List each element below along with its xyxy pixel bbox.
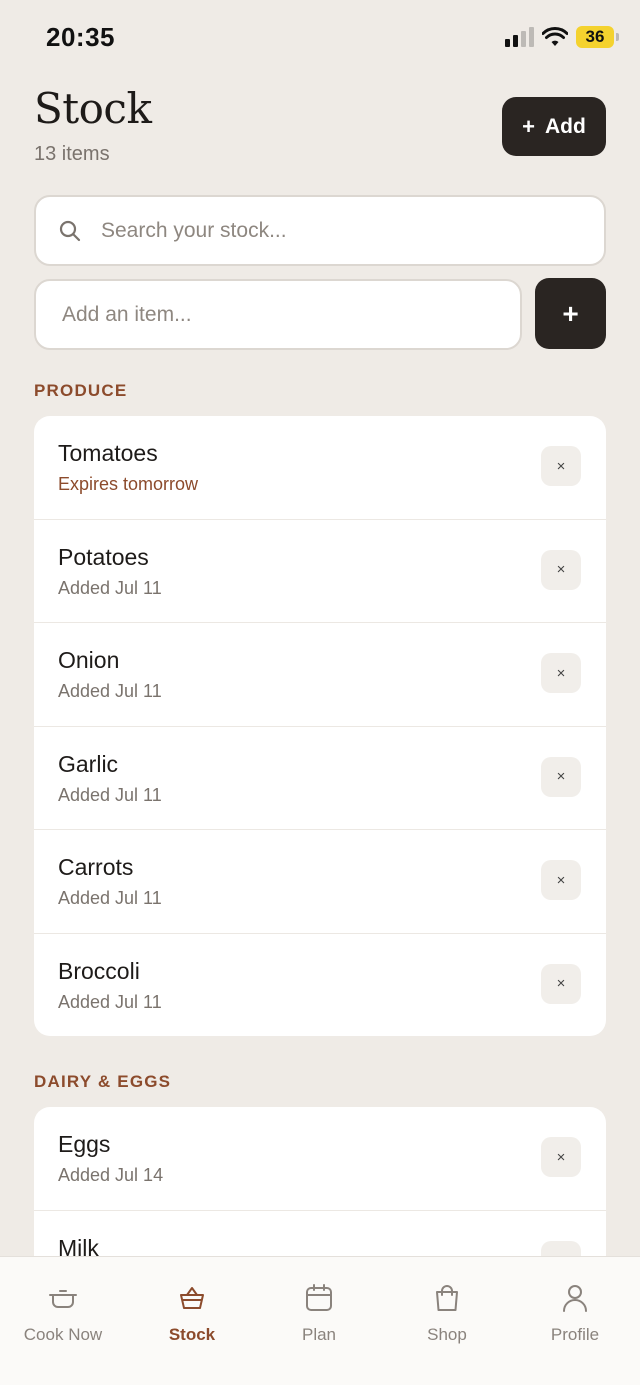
status-icons: 36: [505, 26, 619, 48]
list-item[interactable]: Broccoli Added Jul 11 ×: [34, 934, 606, 1037]
nav-cook-now[interactable]: Cook Now: [3, 1283, 123, 1345]
list-item[interactable]: Carrots Added Jul 11 ×: [34, 830, 606, 934]
nav-shop[interactable]: Shop: [387, 1283, 507, 1345]
item-added-date: Added Jul 11: [58, 991, 162, 1012]
nav-profile[interactable]: Profile: [515, 1283, 635, 1345]
nav-label: Profile: [550, 1325, 600, 1344]
remove-item-button[interactable]: ×: [541, 963, 581, 1004]
wifi-icon: [542, 27, 568, 46]
nav-stock[interactable]: Stock: [132, 1283, 252, 1345]
remove-item-button[interactable]: ×: [541, 549, 581, 590]
search-input[interactable]: Search your stock...: [34, 195, 606, 266]
item-expiry: Expires tomorrow: [58, 474, 199, 494]
shopping-bag-icon: [436, 1285, 458, 1311]
list-item[interactable]: Garlic Added Jul 11 ×: [34, 727, 606, 830]
remove-item-button[interactable]: ×: [541, 860, 581, 900]
basket-icon: [180, 1287, 204, 1309]
item-added-date: Added Jul 14: [58, 1165, 164, 1185]
item-name: Garlic: [58, 750, 119, 777]
remove-item-button[interactable]: ×: [541, 446, 581, 486]
section-heading-produce: PRODUCE: [34, 381, 128, 400]
nav-label: Plan: [301, 1325, 337, 1344]
pot-icon: [49, 1290, 77, 1308]
item-added-date: Added Jul 11: [58, 888, 162, 908]
item-name: Tomatoes: [58, 440, 158, 466]
add-item-placeholder: Add an item...: [62, 302, 192, 326]
battery-indicator: 36: [576, 26, 619, 48]
item-added-date: Added Jul 11: [58, 681, 162, 701]
status-bar: 20:35 36: [0, 0, 640, 76]
list-item[interactable]: Onion Added Jul 11 ×: [34, 623, 606, 727]
item-name: Onion: [58, 647, 120, 673]
item-name: Carrots: [58, 854, 134, 880]
list-item[interactable]: Potatoes Added Jul 11 ×: [34, 520, 606, 623]
nav-label: Stock: [168, 1325, 216, 1344]
remove-item-button[interactable]: ×: [541, 653, 581, 693]
list-item[interactable]: Tomatoes Expires tomorrow ×: [34, 416, 606, 520]
add-item-button[interactable]: +: [535, 278, 606, 349]
add-button-label: Add: [545, 114, 586, 138]
produce-list: Tomatoes Expires tomorrow × Potatoes Add…: [34, 416, 606, 1036]
item-count: 13 items: [34, 143, 110, 165]
remove-item-button[interactable]: ×: [541, 1137, 581, 1177]
nav-label: Cook Now: [23, 1325, 103, 1344]
add-item-input[interactable]: Add an item...: [34, 279, 522, 350]
bottom-nav: Cook Now Stock Plan Shop Profile: [0, 1256, 640, 1385]
nav-label: Shop: [427, 1325, 467, 1344]
add-button[interactable]: + Add: [502, 97, 606, 156]
page-title: Stock: [34, 84, 152, 133]
remove-item-button[interactable]: ×: [541, 756, 581, 797]
item-name: Eggs: [58, 1131, 111, 1157]
item-added-date: Added Jul 11: [58, 784, 162, 805]
search-icon: [58, 219, 82, 243]
item-name: Potatoes: [58, 543, 149, 570]
nav-plan[interactable]: Plan: [259, 1283, 379, 1345]
calendar-icon: [306, 1284, 332, 1311]
plus-icon: +: [522, 113, 536, 139]
plus-icon: +: [562, 297, 579, 329]
item-name: Broccoli: [58, 957, 140, 984]
item-added-date: Added Jul 11: [58, 577, 162, 598]
person-icon: [563, 1285, 587, 1312]
status-time: 20:35: [46, 22, 115, 52]
list-item[interactable]: Eggs Added Jul 14 ×: [34, 1107, 606, 1211]
search-placeholder: Search your stock...: [101, 218, 287, 242]
cellular-signal-icon: [505, 27, 534, 47]
section-heading-dairy-eggs: DAIRY & EGGS: [34, 1072, 172, 1091]
